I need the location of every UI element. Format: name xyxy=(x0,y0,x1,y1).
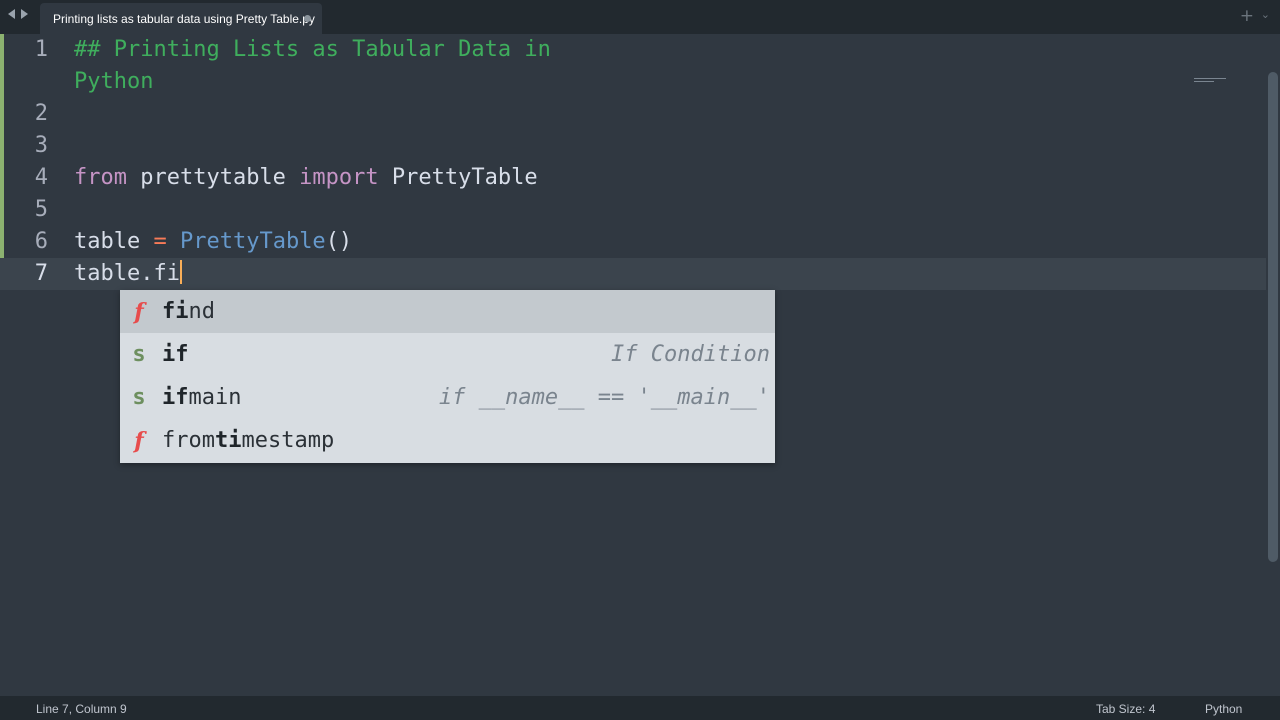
autocomplete-item-if[interactable]: s if If Condition xyxy=(120,333,775,376)
tab-size-indicator[interactable]: Tab Size: 4 xyxy=(1096,702,1155,716)
completion-rest: main xyxy=(188,385,242,410)
match-highlight: if xyxy=(162,385,189,410)
back-arrow-icon[interactable] xyxy=(8,9,15,19)
code-line-5: 5 xyxy=(0,194,1266,226)
match-highlight: if xyxy=(162,342,189,367)
autocomplete-item-ifmain[interactable]: s ifmain if __name__ == '__main__' xyxy=(120,376,775,419)
comment-text: ## Printing Lists as Tabular Data in xyxy=(74,37,551,62)
vertical-scrollbar[interactable] xyxy=(1268,72,1278,562)
tab-active-file[interactable]: Printing lists as tabular data using Pre… xyxy=(40,3,322,34)
typed-text: table.fi xyxy=(74,261,180,286)
completion-prefix: from xyxy=(162,428,215,453)
code-line-2: 2 xyxy=(0,98,1266,130)
imported-name: PrettyTable xyxy=(378,165,538,190)
code-line-1: 1 ## Printing Lists as Tabular Data in xyxy=(0,34,1266,66)
cursor-position[interactable]: Line 7, Column 9 xyxy=(36,702,127,716)
code-content: table.fi xyxy=(74,258,182,290)
autocomplete-item-fromtimestamp[interactable]: f fromtimestamp xyxy=(120,419,775,462)
code-content: table = PrettyTable() xyxy=(74,226,352,258)
completion-label: fromtimestamp xyxy=(162,428,334,453)
tab-list-chevron-icon[interactable]: ⌄ xyxy=(1261,8,1270,21)
completion-label: if xyxy=(162,342,189,367)
nav-arrows xyxy=(8,9,28,19)
status-bar: Line 7, Column 9 Tab Size: 4 Python xyxy=(0,696,1280,720)
completion-label: find xyxy=(162,299,215,324)
function-kind-icon: f xyxy=(134,427,144,454)
snippet-kind-icon: s xyxy=(132,385,146,410)
line-number: 6 xyxy=(34,229,48,254)
match-highlight: ti xyxy=(214,428,242,453)
code-line-7: 7 table.fi xyxy=(0,258,1266,290)
completion-label: ifmain xyxy=(162,385,241,410)
tab-title: Printing lists as tabular data using Pre… xyxy=(53,11,315,26)
text-cursor xyxy=(179,260,182,284)
autocomplete-item-find[interactable]: f find xyxy=(120,290,775,333)
line-number: 5 xyxy=(34,197,48,222)
variable-name: table xyxy=(74,229,154,254)
code-line-4: 4 from prettytable import PrettyTable xyxy=(0,162,1266,194)
forward-arrow-icon[interactable] xyxy=(21,9,28,19)
function-call: PrettyTable xyxy=(179,229,326,254)
line-number: 4 xyxy=(34,165,48,190)
completion-hint: If Condition xyxy=(611,342,770,367)
snippet-kind-icon: s xyxy=(132,342,146,367)
completion-hint: if __name__ == '__main__' xyxy=(438,385,770,410)
syntax-indicator[interactable]: Python xyxy=(1205,702,1242,716)
code-line-6: 6 table = PrettyTable() xyxy=(0,226,1266,258)
parentheses: () xyxy=(325,229,353,254)
code-line-1-wrap: Python xyxy=(0,66,1266,98)
tab-bar: Printing lists as tabular data using Pre… xyxy=(0,0,1280,34)
comment-text-wrap: Python xyxy=(74,69,154,94)
module-name: prettytable xyxy=(126,165,300,190)
new-tab-icon[interactable]: + xyxy=(1240,6,1254,26)
autocomplete-popup: f find s if If Condition s ifmain if __n… xyxy=(120,290,775,463)
code-content: from prettytable import PrettyTable xyxy=(74,162,538,194)
code-line-3: 3 xyxy=(0,130,1266,162)
line-number: 2 xyxy=(34,101,48,126)
completion-rest: mestamp xyxy=(241,428,335,453)
keyword-import: import xyxy=(299,165,379,190)
minimap[interactable] xyxy=(1194,78,1230,88)
unsaved-dot-icon[interactable] xyxy=(304,15,311,22)
function-kind-icon: f xyxy=(134,298,144,325)
completion-rest: nd xyxy=(188,299,216,324)
line-number: 3 xyxy=(34,133,48,158)
assign-operator: = xyxy=(153,229,167,254)
line-number: 1 xyxy=(34,37,48,62)
match-highlight: fi xyxy=(162,299,189,324)
keyword-from: from xyxy=(74,165,127,190)
line-number: 7 xyxy=(34,261,48,286)
